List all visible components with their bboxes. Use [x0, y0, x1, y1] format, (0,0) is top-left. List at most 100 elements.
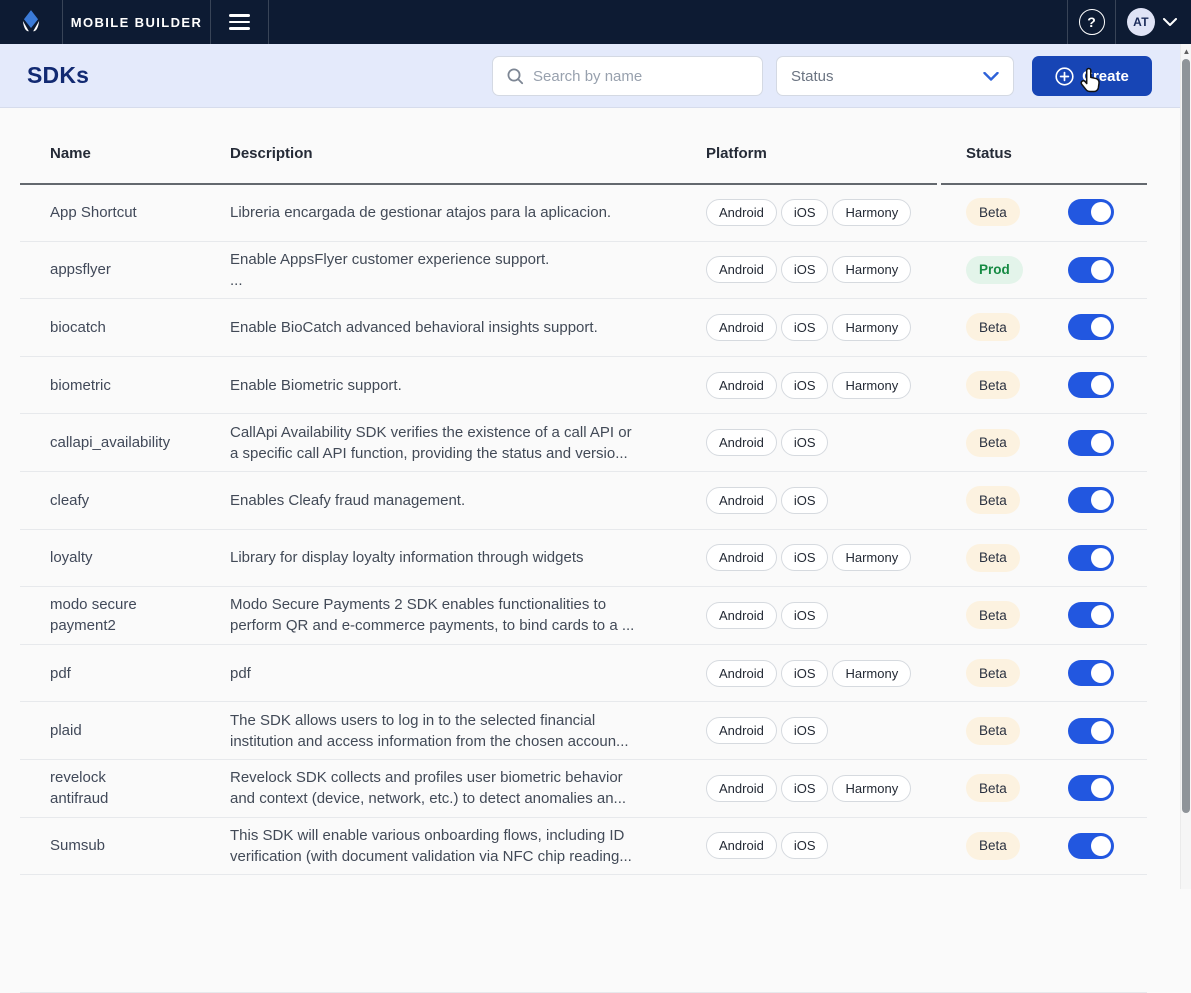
toggle-knob — [1091, 721, 1111, 741]
sdk-name: biometric — [50, 375, 230, 396]
status-badge: Beta — [966, 313, 1020, 341]
account-menu[interactable]: AT — [1116, 8, 1191, 36]
plus-circle-icon — [1055, 67, 1074, 86]
logo-icon — [18, 9, 44, 35]
sdk-description: This SDK will enable various onboarding … — [230, 825, 706, 867]
chevron-down-icon — [1163, 18, 1177, 26]
sdk-name: callapi_availability — [50, 432, 230, 453]
help-icon: ? — [1079, 9, 1105, 35]
enable-toggle[interactable] — [1068, 545, 1114, 571]
platform-chips: AndroidiOSHarmony — [706, 660, 940, 687]
sdk-description: Modo Secure Payments 2 SDK enables funct… — [230, 594, 706, 636]
table-row: loyaltyLibrary for display loyalty infor… — [20, 530, 1147, 588]
toggle-knob — [1091, 836, 1111, 856]
sdk-name: appsflyer — [50, 259, 230, 280]
table-row: cleafyEnables Cleafy fraud management.An… — [20, 472, 1147, 530]
table-row: revelock antifraudRevelock SDK collects … — [20, 760, 1147, 818]
status-filter-label: Status — [791, 68, 834, 85]
column-header-status: Status — [966, 145, 1050, 162]
platform-chips: AndroidiOSHarmony — [706, 314, 940, 341]
status-badge: Beta — [966, 198, 1020, 226]
toggle-knob — [1091, 375, 1111, 395]
platform-chip: iOS — [781, 487, 829, 514]
page-header: SDKs Status Create — [0, 44, 1191, 108]
platform-chip: Android — [706, 199, 777, 226]
enable-toggle[interactable] — [1068, 487, 1114, 513]
platform-chip: Android — [706, 832, 777, 859]
platform-chip: iOS — [781, 660, 829, 687]
sdk-description: pdf — [230, 663, 706, 684]
toggle-knob — [1091, 490, 1111, 510]
enable-toggle[interactable] — [1068, 430, 1114, 456]
topbar-divider — [268, 0, 269, 44]
hamburger-icon — [229, 14, 250, 29]
app-logo[interactable] — [0, 0, 62, 44]
enable-toggle[interactable] — [1068, 314, 1114, 340]
enable-toggle[interactable] — [1068, 833, 1114, 859]
platform-chip: Harmony — [832, 372, 911, 399]
table-row: plaidThe SDK allows users to log in to t… — [20, 702, 1147, 760]
sdk-table: Name Description Platform Status App Sho… — [0, 108, 1181, 889]
table-body: App ShortcutLibreria encargada de gestio… — [20, 184, 1147, 875]
table-row: biometricEnable Biometric support.Androi… — [20, 357, 1147, 415]
toggle-knob — [1091, 433, 1111, 453]
platform-chip: iOS — [781, 372, 829, 399]
sdk-description: Enable Biometric support. — [230, 375, 706, 396]
platform-chip: iOS — [781, 544, 829, 571]
platform-chip: Harmony — [832, 199, 911, 226]
scrollbar-up-arrow[interactable]: ▲ — [1182, 47, 1191, 56]
platform-chip: Android — [706, 372, 777, 399]
platform-chips: AndroidiOSHarmony — [706, 775, 940, 802]
column-header-description: Description — [230, 145, 706, 162]
status-filter-select[interactable]: Status — [776, 56, 1014, 96]
table-row: App ShortcutLibreria encargada de gestio… — [20, 184, 1147, 242]
sdk-description: Libreria encargada de gestionar atajos p… — [230, 202, 706, 223]
sdk-name: Sumsub — [50, 835, 230, 856]
sdk-description: Enables Cleafy fraud management. — [230, 490, 706, 511]
sdk-description: Enable AppsFlyer customer experience sup… — [230, 249, 706, 291]
scrollbar-thumb[interactable] — [1182, 59, 1190, 813]
create-button[interactable]: Create — [1032, 56, 1152, 96]
column-header-name: Name — [50, 145, 230, 162]
menu-button[interactable] — [211, 0, 268, 44]
platform-chips: AndroidiOSHarmony — [706, 199, 940, 226]
page-title: SDKs — [27, 62, 89, 89]
platform-chip: Harmony — [832, 256, 911, 283]
enable-toggle[interactable] — [1068, 602, 1114, 628]
enable-toggle[interactable] — [1068, 775, 1114, 801]
platform-chip: Harmony — [832, 544, 911, 571]
vertical-scrollbar[interactable]: ▲ — [1180, 44, 1191, 889]
platform-chips: AndroidiOS — [706, 487, 940, 514]
brand-title: MOBILE BUILDER — [71, 12, 203, 33]
platform-chip: iOS — [781, 775, 829, 802]
platform-chip: Android — [706, 314, 777, 341]
platform-chip: Android — [706, 660, 777, 687]
sdk-name: App Shortcut — [50, 202, 230, 223]
sdk-name: plaid — [50, 720, 230, 741]
status-badge: Beta — [966, 717, 1020, 745]
enable-toggle[interactable] — [1068, 660, 1114, 686]
platform-chips: AndroidiOS — [706, 429, 940, 456]
search-input[interactable] — [533, 68, 733, 85]
enable-toggle[interactable] — [1068, 257, 1114, 283]
enable-toggle[interactable] — [1068, 372, 1114, 398]
sdk-name: loyalty — [50, 547, 230, 568]
status-badge: Beta — [966, 429, 1020, 457]
help-button[interactable]: ? — [1068, 0, 1115, 44]
platform-chip: Android — [706, 544, 777, 571]
table-row: SumsubThis SDK will enable various onboa… — [20, 818, 1147, 876]
enable-toggle[interactable] — [1068, 199, 1114, 225]
platform-chip: iOS — [781, 717, 829, 744]
enable-toggle[interactable] — [1068, 718, 1114, 744]
platform-chip: Harmony — [832, 314, 911, 341]
sdk-description: Library for display loyalty information … — [230, 547, 706, 568]
platform-chip: Harmony — [832, 775, 911, 802]
sdk-description: The SDK allows users to log in to the se… — [230, 710, 706, 752]
table-header-row: Name Description Platform Status — [20, 108, 1147, 183]
platform-chip: Android — [706, 487, 777, 514]
sdk-description: Revelock SDK collects and profiles user … — [230, 767, 706, 809]
toggle-knob — [1091, 778, 1111, 798]
platform-chips: AndroidiOSHarmony — [706, 256, 940, 283]
platform-chip: Android — [706, 429, 777, 456]
top-navigation-bar: MOBILE BUILDER ? AT — [0, 0, 1191, 44]
